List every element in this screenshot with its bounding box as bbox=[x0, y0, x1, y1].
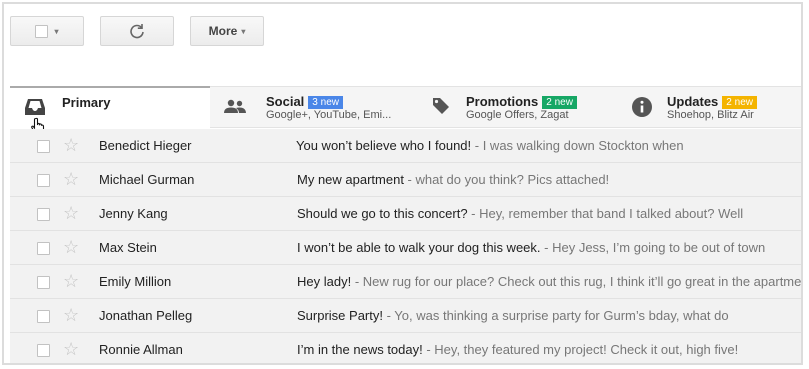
chevron-down-icon: ▾ bbox=[241, 26, 246, 36]
sender-name: Emily Million bbox=[99, 274, 172, 289]
star-icon[interactable]: ☆ bbox=[63, 203, 79, 223]
email-subject: Surprise Party! bbox=[297, 308, 383, 323]
refresh-icon bbox=[130, 24, 144, 39]
email-snippet: - Hey, remember that band I talked about… bbox=[467, 206, 744, 221]
email-row[interactable]: ☆ Jenny Kang Should we go to this concer… bbox=[10, 197, 801, 231]
people-icon bbox=[224, 99, 246, 113]
more-label: More bbox=[208, 24, 238, 38]
star-icon[interactable]: ☆ bbox=[63, 339, 79, 359]
row-checkbox[interactable] bbox=[37, 140, 50, 153]
gmail-window: ▾ More ▾ Primary Social 3 new Google+, Y… bbox=[2, 2, 803, 365]
tab-social-label: Social bbox=[266, 94, 305, 109]
new-count-badge: 2 new bbox=[542, 96, 577, 109]
row-checkbox[interactable] bbox=[37, 174, 50, 187]
sender-name: Jonathan Pelleg bbox=[99, 308, 193, 323]
email-snippet: - what do you think? Pics attached! bbox=[403, 172, 610, 187]
email-subject: Hey lady! bbox=[297, 274, 352, 289]
tab-promotions-label: Promotions bbox=[466, 94, 539, 109]
email-subject: I’m in the news today! bbox=[297, 342, 423, 357]
sender-name: Michael Gurman bbox=[99, 172, 195, 187]
sender-name: Ronnie Allman bbox=[99, 342, 183, 357]
refresh-button[interactable] bbox=[100, 16, 174, 46]
row-checkbox[interactable] bbox=[37, 208, 50, 221]
email-list: ☆ Benedict Hieger You won’t believe who … bbox=[10, 129, 802, 363]
tab-promotions-subtitle: Google Offers, Zagat bbox=[466, 109, 569, 121]
star-icon[interactable]: ☆ bbox=[63, 135, 79, 155]
star-icon[interactable]: ☆ bbox=[63, 305, 79, 325]
email-row[interactable]: ☆ Ronnie Allman I’m in the news today! -… bbox=[10, 333, 801, 363]
email-snippet: - New rug for our place? Check out this … bbox=[351, 274, 802, 289]
inbox-icon bbox=[25, 99, 45, 115]
email-subject: Should we go to this concert? bbox=[297, 206, 468, 221]
tab-updates-label: Updates bbox=[667, 94, 719, 109]
email-row[interactable]: ☆ Benedict Hieger You won’t believe who … bbox=[10, 129, 801, 163]
email-snippet: - Yo, was thinking a surprise party for … bbox=[382, 308, 729, 323]
sender-name: Benedict Hieger bbox=[99, 138, 192, 153]
email-subject: You won’t believe who I found! bbox=[296, 138, 472, 153]
row-checkbox[interactable] bbox=[37, 344, 50, 357]
info-icon bbox=[632, 97, 652, 117]
email-snippet: - Hey Jess, I’m going to be out of town bbox=[540, 240, 766, 255]
email-snippet: - I was walking down Stockton when bbox=[471, 138, 684, 153]
new-count-badge: 3 new bbox=[308, 96, 343, 109]
email-row[interactable]: ☆ Jonathan Pelleg Surprise Party! - Yo, … bbox=[10, 299, 801, 333]
tab-primary-label: Primary bbox=[62, 95, 111, 110]
tab-primary[interactable]: Primary bbox=[10, 86, 210, 135]
category-tabs: Primary Social 3 new Google+, YouTube, Em… bbox=[10, 86, 801, 135]
sender-name: Jenny Kang bbox=[99, 206, 168, 221]
tab-updates-subtitle: Shoehop, Blitz Air bbox=[667, 109, 754, 121]
row-checkbox[interactable] bbox=[37, 310, 50, 323]
star-icon[interactable]: ☆ bbox=[63, 169, 79, 189]
tab-promotions[interactable]: Promotions 2 new Google Offers, Zagat bbox=[416, 87, 612, 127]
toolbar: ▾ More ▾ bbox=[4, 4, 801, 64]
tab-updates[interactable]: Updates 2 new Shoehop, Blitz Air bbox=[616, 87, 801, 127]
chevron-down-icon: ▾ bbox=[54, 26, 59, 36]
row-checkbox[interactable] bbox=[37, 276, 50, 289]
tab-social[interactable]: Social 3 new Google+, YouTube, Emi... bbox=[216, 87, 412, 127]
select-all-checkbox[interactable] bbox=[35, 24, 49, 38]
email-snippet: - Hey, they featured my project! Check i… bbox=[422, 342, 739, 357]
more-button[interactable]: More ▾ bbox=[190, 16, 264, 46]
row-checkbox[interactable] bbox=[37, 242, 50, 255]
new-count-badge: 2 new bbox=[722, 96, 757, 109]
email-subject: My new apartment bbox=[297, 172, 404, 187]
star-icon[interactable]: ☆ bbox=[63, 237, 79, 257]
tab-social-subtitle: Google+, YouTube, Emi... bbox=[266, 109, 392, 121]
email-row[interactable]: ☆ Max Stein I won’t be able to walk your… bbox=[10, 231, 801, 265]
sender-name: Max Stein bbox=[99, 240, 157, 255]
tag-icon bbox=[433, 98, 449, 114]
email-subject: I won’t be able to walk your dog this we… bbox=[297, 240, 541, 255]
email-row[interactable]: ☆ Michael Gurman My new apartment - what… bbox=[10, 163, 801, 197]
select-dropdown-button[interactable]: ▾ bbox=[10, 16, 84, 46]
email-row[interactable]: ☆ Emily Million Hey lady! - New rug for … bbox=[10, 265, 802, 299]
star-icon[interactable]: ☆ bbox=[63, 271, 79, 291]
